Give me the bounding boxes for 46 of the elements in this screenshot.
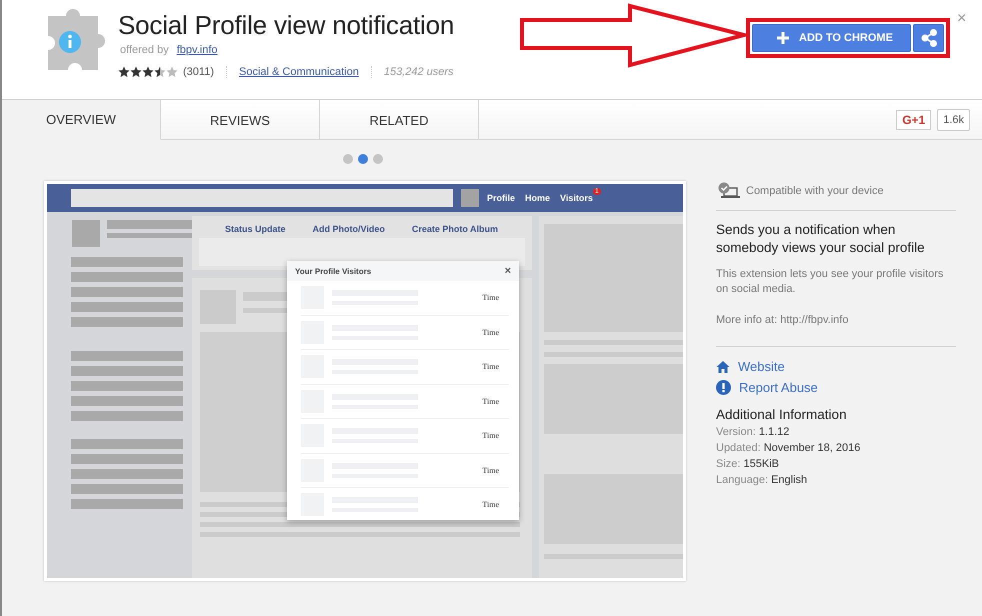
carousel-dot[interactable] xyxy=(373,154,383,164)
category-link[interactable]: Social & Communication xyxy=(238,66,372,78)
tab[interactable]: OVERVIEW xyxy=(2,100,161,140)
popup-title: Your Profile Visitors xyxy=(295,266,372,276)
visit-time: Time xyxy=(482,431,499,440)
tab[interactable]: RELATED xyxy=(320,100,479,140)
composer-label: Add Photo/Video xyxy=(312,224,385,234)
composer-label: Status Update xyxy=(225,224,286,234)
plus-icon xyxy=(777,32,789,44)
carousel-dot[interactable] xyxy=(358,154,368,164)
visit-time: Time xyxy=(482,396,499,406)
visit-time: Time xyxy=(482,466,499,475)
compatibility-text: Compatible with your device xyxy=(746,185,884,197)
rating-count: (3011) xyxy=(183,66,227,78)
summary-heading: Sends you a notification when somebody views your social profile xyxy=(716,221,926,257)
detail-text: Updated: November 18, 2016 xyxy=(716,442,862,454)
avatar-placeholder xyxy=(461,189,479,207)
offered-by-label: offered by xyxy=(120,44,169,56)
home-icon xyxy=(716,360,730,374)
laptop-check-icon xyxy=(718,182,740,200)
detail-text: Version: 1.1.12 xyxy=(716,426,790,438)
extension-title: Social Profile view notification xyxy=(118,9,454,42)
publisher-link[interactable]: fbpv.info xyxy=(176,44,218,56)
user-count: 153,242 users xyxy=(384,66,454,78)
share-button[interactable] xyxy=(913,24,944,52)
visit-time: Time xyxy=(482,362,499,372)
carousel-dot[interactable] xyxy=(343,154,353,164)
more-info-text: More info at: http://fbpv.info xyxy=(716,313,956,347)
close-symbol: × xyxy=(504,265,511,277)
description-text: This extension lets you see your profile visitors on social media. xyxy=(716,267,944,297)
visit-time: Time xyxy=(482,293,499,302)
puzzle-piece-icon xyxy=(46,6,108,70)
plus-one-button[interactable]: G+1 xyxy=(896,110,932,130)
section-heading: Additional Information xyxy=(716,407,848,422)
visit-time: Time xyxy=(482,500,499,510)
composer-label: Create Photo Album xyxy=(412,224,498,234)
detail-text: Size: 155KiB xyxy=(716,458,780,470)
share-icon xyxy=(920,29,936,47)
detail-text: Language: English xyxy=(716,474,808,486)
alert-icon xyxy=(716,380,731,395)
sidebar-link[interactable]: Report Abuse xyxy=(716,380,818,395)
sidebar-link[interactable]: Website xyxy=(716,359,785,374)
tab[interactable]: REVIEWS xyxy=(161,100,320,140)
visit-time: Time xyxy=(482,328,499,337)
add-to-chrome-button[interactable]: ADD TO CHROME xyxy=(752,24,911,52)
share-count: 1.6k xyxy=(937,108,970,130)
